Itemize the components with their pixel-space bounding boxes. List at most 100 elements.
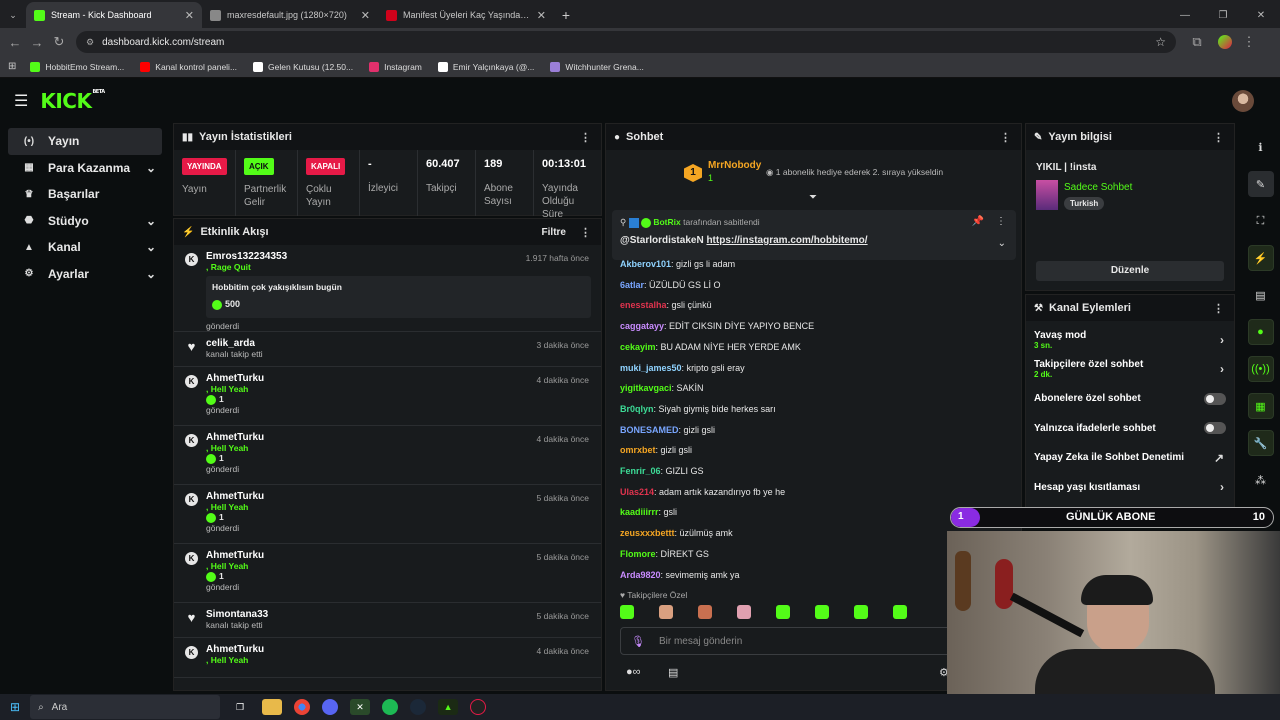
- chevron-right-icon[interactable]: ›: [1220, 480, 1224, 494]
- chevron-down-icon[interactable]: ⌄: [146, 161, 156, 175]
- chat-username[interactable]: zeusxxxbettt: [620, 528, 675, 538]
- chat-username[interactable]: Arda9820: [620, 570, 661, 580]
- wrench-rail-icon[interactable]: 🔧: [1247, 430, 1274, 456]
- chat-username[interactable]: BONESAMED: [620, 425, 679, 435]
- chat-store-icon[interactable]: ▤: [668, 666, 678, 679]
- hamburger-menu-icon[interactable]: ☰: [14, 91, 28, 111]
- toggle-switch[interactable]: [1204, 422, 1226, 435]
- chevron-right-icon[interactable]: ›: [1220, 362, 1224, 376]
- discord-icon[interactable]: [322, 699, 339, 715]
- collapse-arrow-icon[interactable]: ⏷: [809, 192, 817, 203]
- channel-actions-menu-icon[interactable]: ⋮: [1213, 302, 1224, 315]
- layout-rail-icon[interactable]: ▦: [1247, 393, 1274, 419]
- chat-username[interactable]: yigitkavgaci: [620, 383, 672, 393]
- share-rail-icon[interactable]: ⁂: [1248, 467, 1274, 493]
- emote-icon[interactable]: [659, 605, 673, 619]
- new-tab-button[interactable]: +: [554, 2, 578, 28]
- chat-username[interactable]: Flomore: [620, 549, 656, 559]
- file-explorer-icon[interactable]: [262, 699, 283, 715]
- sidebar-item-3[interactable]: ⬣ Stüdyo ⌄: [8, 208, 162, 235]
- task-view-icon[interactable]: ❐: [230, 699, 250, 715]
- emote-icon[interactable]: [620, 605, 634, 619]
- site-info-icon[interactable]: ⚙: [86, 37, 94, 48]
- stream-info-menu-icon[interactable]: ⋮: [1213, 131, 1224, 144]
- external-link-icon[interactable]: ↗: [1214, 451, 1224, 465]
- chat-username[interactable]: 6atlar: [620, 280, 644, 290]
- channel-action-row[interactable]: Takipçilere özel sohbet 2 dk. ›: [1026, 355, 1234, 385]
- info-icon[interactable]: ℹ: [1248, 134, 1274, 160]
- chat-points-icon[interactable]: ●∞: [626, 666, 641, 678]
- restore-icon[interactable]: ❐: [1204, 10, 1242, 21]
- bookmark-item[interactable]: Kanal kontrol paneli...: [140, 61, 237, 72]
- bookmark-star-icon[interactable]: ☆: [1155, 35, 1166, 49]
- chat-username[interactable]: enesstalha: [620, 300, 667, 310]
- sidebar-item-2[interactable]: ♛ Başarılar: [8, 181, 162, 208]
- filter-button[interactable]: Filtre: [542, 227, 566, 238]
- chat-username[interactable]: muki_james50: [620, 363, 682, 373]
- bookmark-item[interactable]: Emir Yalçınkaya (@...: [437, 61, 534, 72]
- unpin-icon[interactable]: 📌: [972, 216, 984, 227]
- emote-icon[interactable]: [737, 605, 751, 619]
- focus-icon[interactable]: ⛶: [1248, 208, 1274, 234]
- browser-menu-icon[interactable]: ⋮: [1238, 34, 1260, 50]
- edit-button[interactable]: Düzenle: [1036, 261, 1224, 281]
- activity-menu-icon[interactable]: ⋮: [580, 226, 591, 239]
- sidebar-item-1[interactable]: ▦ Para Kazanma ⌄: [8, 155, 162, 182]
- xbox-icon[interactable]: ✕: [350, 699, 371, 715]
- obs-icon[interactable]: [470, 699, 487, 715]
- chat-username[interactable]: Fenrir_06: [620, 466, 661, 476]
- browser-tab[interactable]: Stream - Kick Dashboard ✕: [26, 2, 202, 28]
- channel-action-row[interactable]: Yalnızca ifadelerle sohbet: [1026, 414, 1234, 444]
- tab-list-dropdown[interactable]: ⌄: [0, 2, 26, 28]
- bookmark-item[interactable]: HobbitEmo Stream...: [30, 61, 124, 72]
- user-avatar[interactable]: [1232, 89, 1254, 112]
- bookmark-item[interactable]: Instagram: [369, 61, 422, 72]
- stats-menu-icon[interactable]: ⋮: [580, 131, 591, 144]
- kick-logo[interactable]: KICKBETA: [40, 89, 105, 113]
- chevron-down-icon[interactable]: ⌄: [146, 240, 156, 254]
- browser-tab[interactable]: maxresdefault.jpg (1280×720) ✕: [202, 2, 378, 28]
- chevron-down-icon[interactable]: ⌄: [146, 214, 156, 228]
- bookmark-item[interactable]: Witchhunter Grena...: [550, 61, 644, 72]
- emote-icon[interactable]: [815, 605, 829, 619]
- spotify-icon[interactable]: [382, 699, 399, 715]
- taskbar-search[interactable]: ⌕ Ara: [30, 695, 221, 719]
- chevron-down-icon[interactable]: ⌄: [146, 267, 156, 281]
- lightning-rail-icon[interactable]: ⚡: [1247, 245, 1274, 271]
- sidebar-item-0[interactable]: (•) Yayın: [8, 128, 162, 155]
- windows-start-icon[interactable]: ⊞: [10, 700, 20, 714]
- close-tab-icon[interactable]: ✕: [185, 9, 194, 22]
- toggle-switch[interactable]: [1204, 392, 1226, 405]
- chevron-right-icon[interactable]: ›: [1220, 333, 1224, 347]
- forward-icon[interactable]: →: [26, 35, 48, 50]
- chat-username[interactable]: cekayim: [620, 342, 656, 352]
- emote-icon[interactable]: [854, 605, 868, 619]
- expand-pinned-icon[interactable]: ⌄: [998, 238, 1006, 249]
- chat-menu-icon[interactable]: ⋮: [1000, 131, 1011, 144]
- chat-username[interactable]: caggatayy: [620, 321, 664, 331]
- reload-icon[interactable]: ↻: [48, 34, 70, 50]
- profile-avatar-icon[interactable]: [1218, 35, 1232, 49]
- sidebar-item-4[interactable]: ▲ Kanal ⌄: [8, 234, 162, 261]
- chat-username[interactable]: omrxbet: [620, 445, 656, 455]
- chat-username[interactable]: kaadiiirrr: [620, 507, 659, 517]
- back-icon[interactable]: ←: [4, 35, 26, 50]
- channel-action-row[interactable]: Hesap yaşı kısıtlaması ›: [1026, 473, 1234, 503]
- apps-grid-icon[interactable]: ⊞: [8, 61, 16, 72]
- channel-action-row[interactable]: Abonelere özel sohbet: [1026, 384, 1234, 414]
- chat-username[interactable]: Akberov101: [620, 259, 671, 269]
- channel-action-row[interactable]: Yapay Zeka ile Sohbet Denetimi ↗: [1026, 443, 1234, 473]
- channel-action-row[interactable]: Yavaş mod 3 sn. ›: [1026, 325, 1234, 355]
- edit-pencil-icon[interactable]: ✎: [1247, 171, 1274, 197]
- emote-icon[interactable]: [698, 605, 712, 619]
- pinned-menu-icon[interactable]: ⋮: [996, 216, 1006, 227]
- minimize-icon[interactable]: —: [1166, 10, 1204, 21]
- broadcast-rail-icon[interactable]: ((•)): [1247, 356, 1274, 382]
- steam-icon[interactable]: [410, 699, 427, 715]
- chat-rail-icon[interactable]: ●: [1247, 319, 1274, 345]
- emote-icon[interactable]: [776, 605, 790, 619]
- category-name[interactable]: Sadece Sohbet: [1064, 182, 1132, 193]
- close-tab-icon[interactable]: ✕: [361, 9, 370, 22]
- url-field[interactable]: ⚙ dashboard.kick.com/stream ☆: [76, 31, 1176, 53]
- browser-tab[interactable]: Manifest Üyeleri Kaç Yaşında? İşt ✕: [378, 2, 554, 28]
